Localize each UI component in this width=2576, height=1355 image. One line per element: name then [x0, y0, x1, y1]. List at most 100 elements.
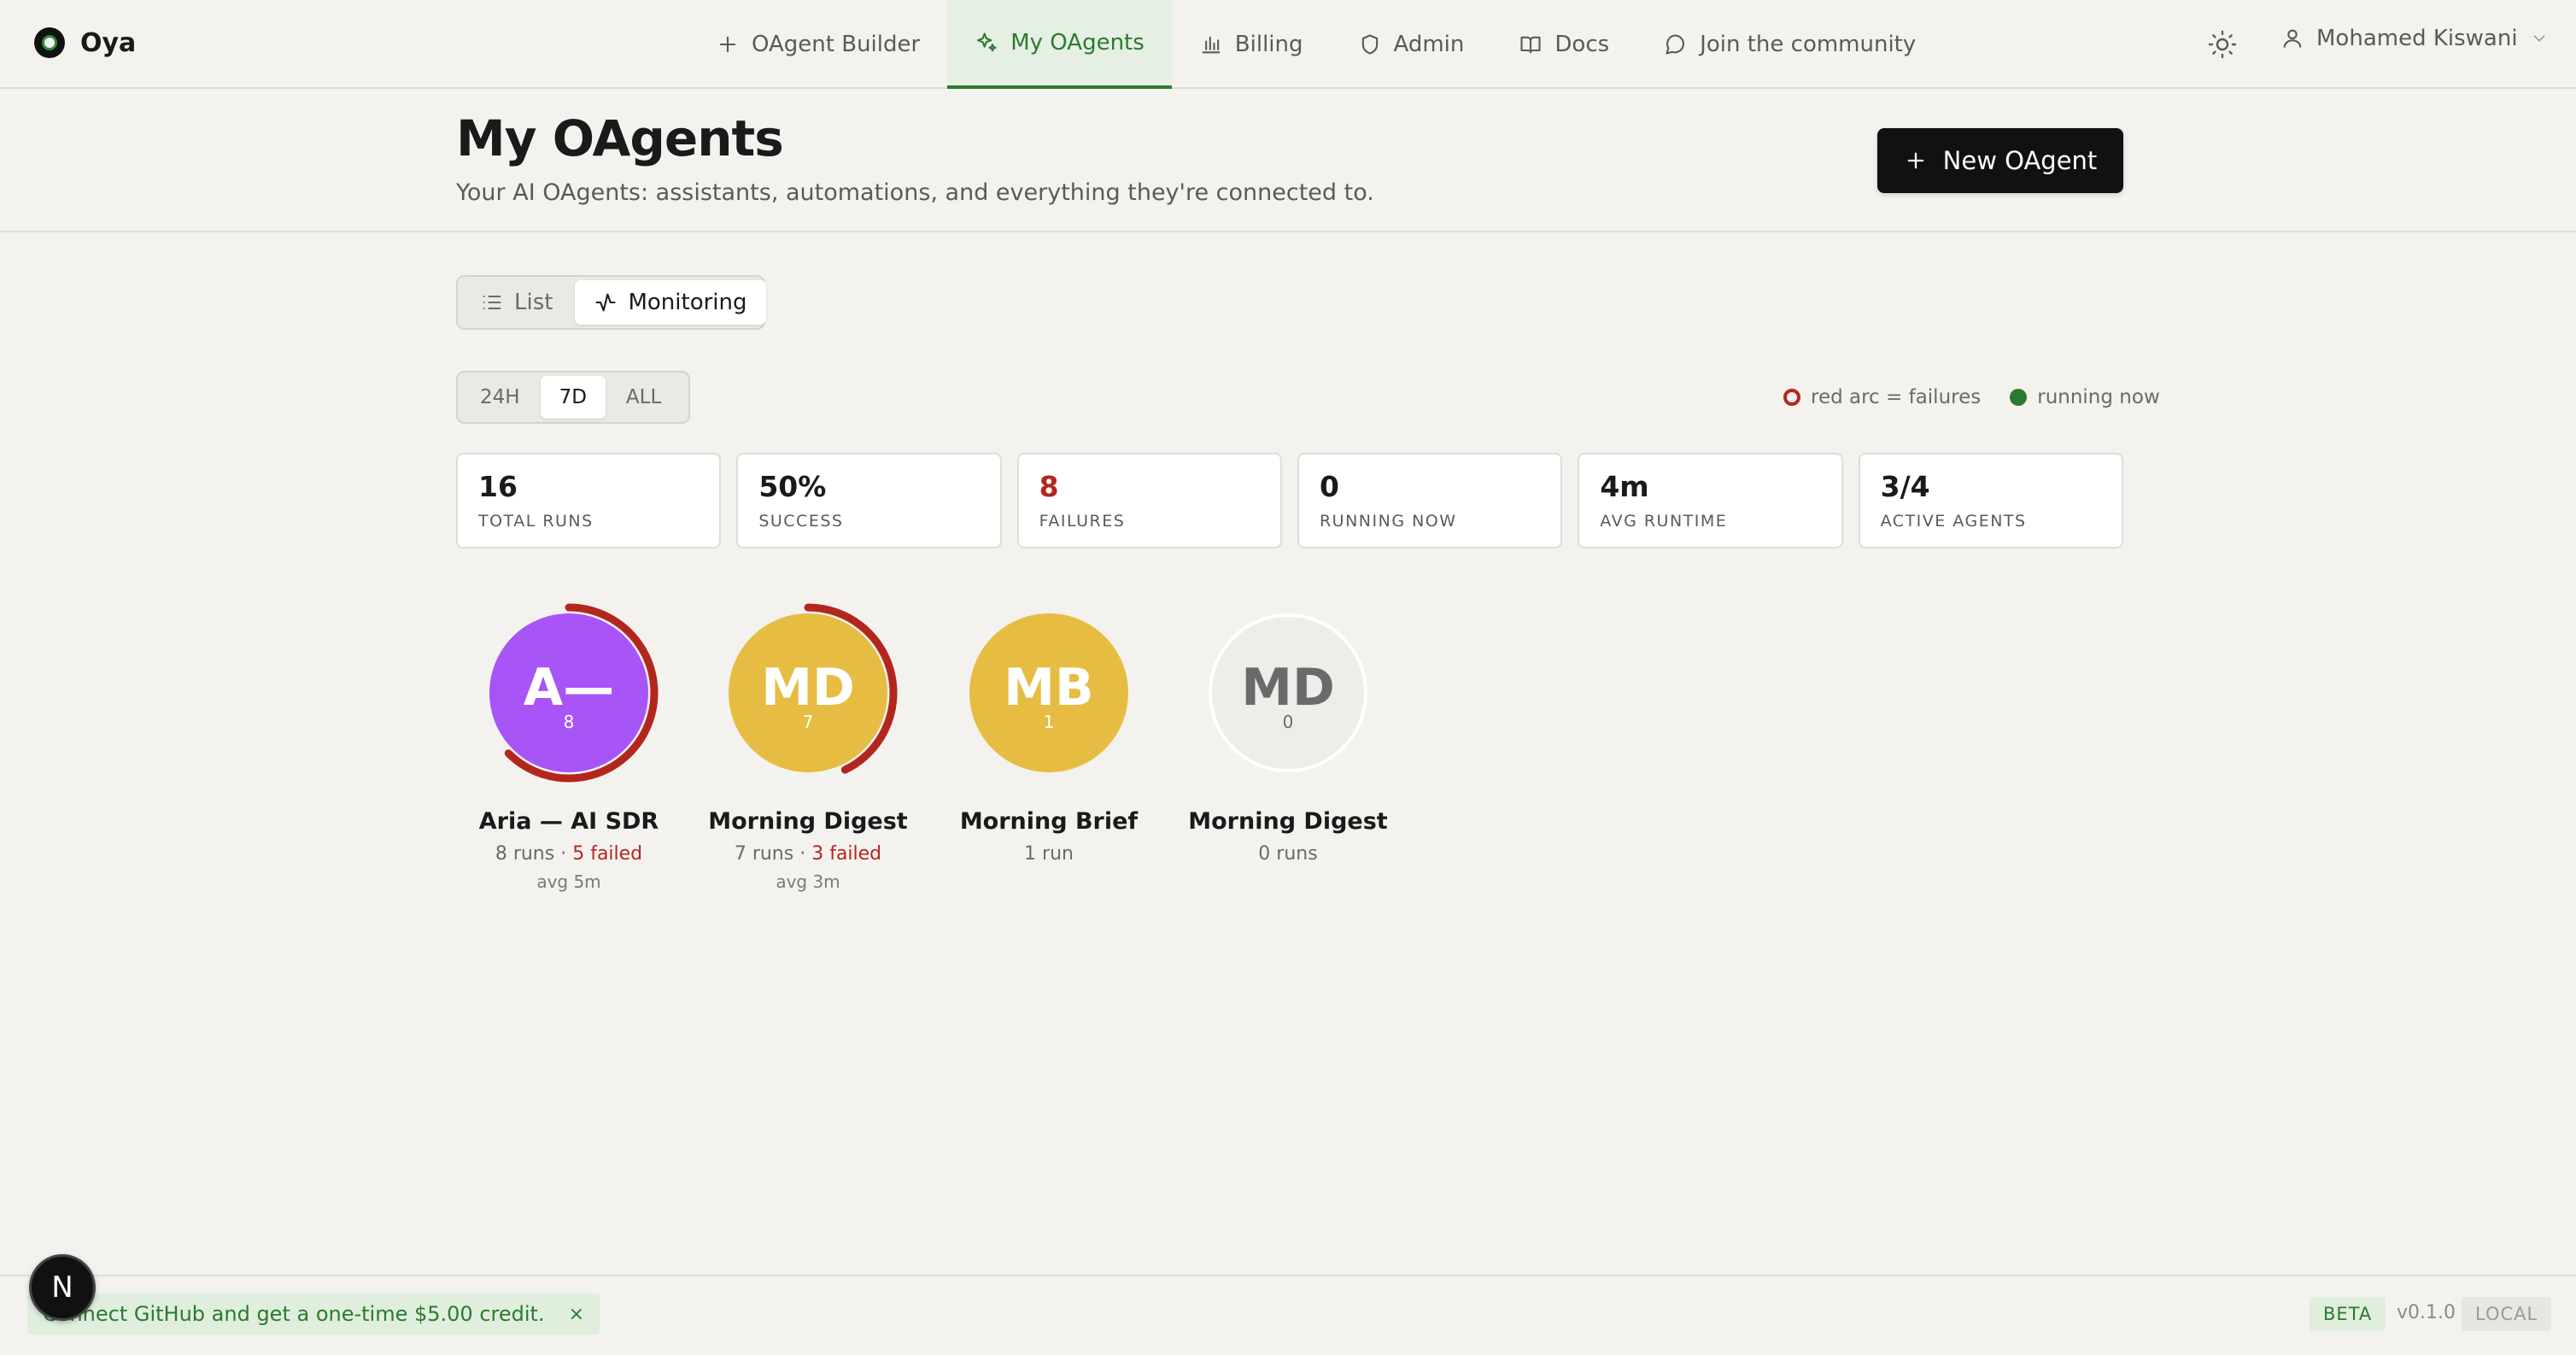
agent-runs: 8 runs: [495, 843, 555, 865]
range-all-button[interactable]: ALL: [607, 376, 680, 419]
app-logo[interactable]: Oya: [34, 27, 136, 58]
legend-running: running now: [2010, 386, 2160, 408]
agent-card[interactable]: MB 1 Morning Brief 1 run: [946, 601, 1151, 865]
range-24h-button[interactable]: 24H: [461, 376, 539, 419]
agent-avatar-ring: MB 1: [957, 601, 1140, 784]
github-promo-banner[interactable]: Connect GitHub and get a one-time $5.00 …: [27, 1293, 600, 1334]
legend-failures-label: red arc = failures: [1811, 386, 1982, 408]
activity-icon: [595, 293, 617, 312]
view-monitoring-button[interactable]: Monitoring: [575, 280, 766, 325]
user-name: Mohamed Kiswani: [2316, 26, 2518, 51]
legend: red arc = failures running now: [1783, 386, 2160, 408]
user-menu[interactable]: Mohamed Kiswani: [2280, 26, 2549, 51]
meta-separator: ·: [793, 843, 812, 865]
plus-icon: [1907, 152, 1924, 169]
stat-value: 0: [1319, 470, 1339, 503]
agent-card[interactable]: A— 8 Aria — AI SDR 8 runs · 5 failed avg…: [466, 601, 671, 892]
view-monitoring-label: Monitoring: [628, 290, 747, 315]
stat-label: TOTAL RUNS: [478, 512, 594, 531]
nav-item-label: OAgent Builder: [752, 32, 921, 57]
top-navigation-bar: Oya OAgent Builder My OAgents Billing Ad…: [0, 0, 2576, 89]
new-oagent-button[interactable]: New OAgent: [1877, 128, 2123, 193]
stats-row: 16 TOTAL RUNS 50% SUCCESS 8 FAILURES 0 R…: [456, 453, 2123, 548]
nav-item-oagent-builder[interactable]: OAgent Builder: [688, 0, 947, 89]
time-range-toggle: 24H 7D ALL: [456, 371, 690, 424]
close-icon[interactable]: ×: [569, 1304, 584, 1325]
chat-bubble-icon: [1666, 34, 1685, 55]
agent-runs: 7 runs: [734, 843, 794, 865]
agent-meta: 1 run: [946, 843, 1151, 865]
stat-value: 16: [478, 470, 518, 503]
agent-avatar: MD 7: [729, 613, 887, 772]
agent-initials: MD: [761, 658, 855, 718]
agent-avatar: MD 0: [1209, 613, 1367, 772]
list-icon: [483, 295, 501, 310]
book-icon: [1520, 36, 1541, 54]
stat-success: 50% SUCCESS: [736, 453, 1002, 548]
agent-avatar: A— 8: [489, 613, 648, 772]
agent-avatar-ring: A— 8: [477, 601, 660, 784]
agent-card[interactable]: MD 7 Morning Digest 7 runs · 3 failed av…: [705, 601, 910, 892]
stat-label: RUNNING NOW: [1319, 512, 1457, 531]
legend-running-label: running now: [2037, 386, 2160, 408]
stat-value: 8: [1039, 470, 1059, 503]
theme-toggle-sun-icon[interactable]: [2207, 29, 2238, 60]
nav-item-label: Billing: [1234, 32, 1303, 57]
view-toggle: List Monitoring: [456, 275, 766, 330]
agent-name: Morning Digest: [708, 808, 908, 835]
stat-value: 50%: [758, 470, 827, 503]
agent-initials: MB: [1004, 658, 1094, 718]
shield-icon: [1361, 34, 1378, 55]
stat-value: 3/4: [1880, 470, 1930, 503]
agent-name: Morning Digest: [1188, 808, 1388, 835]
oya-logo-icon: [34, 27, 65, 58]
version-label: v0.1.0: [2397, 1302, 2456, 1323]
promo-text: Connect GitHub and get a one-time $5.00 …: [43, 1302, 545, 1326]
nav-item-label: My OAgents: [1010, 30, 1145, 56]
agent-name: Aria — AI SDR: [478, 808, 659, 835]
main-nav: OAgent Builder My OAgents Billing Admin …: [688, 0, 1943, 89]
sparkles-icon: [977, 32, 997, 52]
agent-failed: 3 failed: [811, 843, 882, 865]
bar-chart-icon: [1202, 36, 1221, 54]
beta-badge: BETA: [2310, 1297, 2386, 1331]
red-ring-icon: [1783, 389, 1800, 406]
agent-card[interactable]: MD 0 Morning Digest 0 runs: [1186, 601, 1390, 865]
stat-value: 4m: [1600, 470, 1649, 503]
stat-label: FAILURES: [1039, 512, 1126, 531]
agent-runs: 1 run: [1024, 843, 1074, 865]
agent-avatar-ring: MD 0: [1197, 601, 1379, 784]
nav-item-join-community[interactable]: Join the community: [1636, 0, 1943, 89]
agent-avg-runtime: avg 3m: [776, 871, 840, 892]
stat-active-agents: 3/4 ACTIVE AGENTS: [1858, 453, 2123, 548]
environment-badge: LOCAL: [2462, 1297, 2552, 1331]
agent-avg-runtime: avg 5m: [536, 871, 601, 892]
agent-meta: 0 runs: [1186, 843, 1390, 865]
plus-icon: [719, 36, 736, 53]
page-subtitle: Your AI OAgents: assistants, automations…: [456, 179, 1374, 206]
agent-run-count: 7: [802, 712, 814, 732]
range-7d-button[interactable]: 7D: [540, 376, 606, 419]
new-oagent-button-label: New OAgent: [1942, 146, 2098, 175]
green-dot-icon: [2010, 389, 2028, 406]
stat-failures: 8 FAILURES: [1016, 453, 1282, 548]
stat-label: AVG RUNTIME: [1600, 512, 1728, 531]
nav-item-docs[interactable]: Docs: [1491, 0, 1636, 89]
dev-tools-badge[interactable]: N: [29, 1254, 96, 1321]
nav-item-admin[interactable]: Admin: [1331, 0, 1492, 89]
nav-item-billing[interactable]: Billing: [1172, 0, 1331, 89]
agent-avatar-ring: MD 7: [717, 601, 899, 784]
agent-meta: 7 runs · 3 failed: [705, 843, 910, 865]
stat-label: ACTIVE AGENTS: [1880, 512, 2027, 531]
nav-item-my-oagents[interactable]: My OAgents: [947, 0, 1172, 89]
view-list-button[interactable]: List: [461, 280, 571, 325]
agent-initials: MD: [1241, 658, 1335, 718]
stat-avg-runtime: 4m AVG RUNTIME: [1578, 453, 1843, 548]
agent-name: Morning Brief: [959, 808, 1139, 835]
stat-total-runs: 16 TOTAL RUNS: [456, 453, 722, 548]
agent-initials: A—: [523, 658, 615, 718]
meta-separator: ·: [554, 843, 573, 865]
agent-avatar: MB 1: [969, 613, 1128, 772]
stat-running-now: 0 RUNNING NOW: [1297, 453, 1563, 548]
view-list-label: List: [514, 290, 553, 315]
